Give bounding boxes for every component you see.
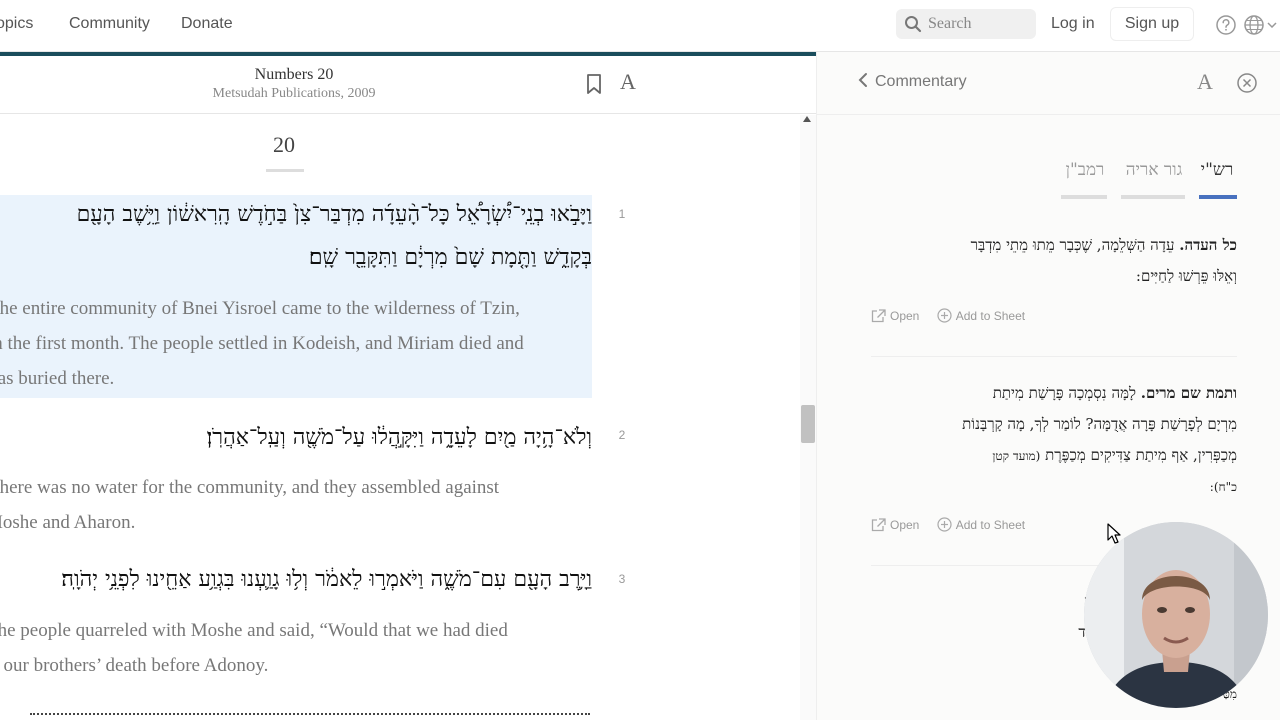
bookmark-icon[interactable] xyxy=(585,73,603,95)
panel-display-options-button[interactable]: A xyxy=(1197,69,1213,95)
search-icon xyxy=(905,16,922,33)
commentary-text[interactable]: ותמת שם מרים. לָמָּה נִסְמְכָה פָּרָשַׁת… xyxy=(873,378,1237,503)
comment-line: לָמָּה נִסְמְכָה פָּרָשַׁת מִיתַת xyxy=(992,384,1136,402)
tab-ramban[interactable]: רמב"ן xyxy=(1060,160,1110,180)
question-circle-icon[interactable] xyxy=(1215,14,1237,36)
top-navigation: Topics Community Donate Log in Sign up xyxy=(0,0,1280,52)
globe-icon[interactable] xyxy=(1243,14,1265,36)
tab-ramban-indicator xyxy=(1061,195,1107,199)
search-box[interactable] xyxy=(896,9,1036,39)
add-to-sheet-label: Add to Sheet xyxy=(955,309,1026,323)
comment-citation: (מועד קטן xyxy=(992,449,1041,463)
comment-divider xyxy=(871,356,1237,357)
external-link-icon xyxy=(871,309,886,323)
next-verse-cutoff xyxy=(30,709,590,720)
verse-number: 3 xyxy=(618,572,626,586)
verse-hebrew-line[interactable]: וַיָּ֥רֶב הָעָ֖ם עִם־מֹשֶׁ֑ה וַיֹּאמְר֣ו… xyxy=(61,566,592,592)
comment-heading: ותמת שם מרים. xyxy=(1140,384,1237,402)
verse-english-line[interactable]: was buried there. xyxy=(0,368,114,390)
webcam-video-overlay[interactable] xyxy=(1084,522,1268,708)
verse-english-line[interactable]: The people quarreled with Moshe and said… xyxy=(0,620,508,642)
verse-number: 2 xyxy=(618,428,626,442)
verse-number: 1 xyxy=(618,207,626,221)
search-input[interactable] xyxy=(928,13,1028,35)
add-to-sheet-button[interactable]: Add to Sheet xyxy=(937,517,1025,532)
plus-circle-icon xyxy=(937,308,952,323)
comment-line: כ"ח): xyxy=(1209,480,1237,494)
chevron-down-icon[interactable] xyxy=(1267,22,1277,28)
chapter-divider xyxy=(266,169,304,172)
commentary-back-button[interactable]: Commentary xyxy=(857,72,967,91)
nav-topics-link[interactable]: Topics xyxy=(0,15,33,33)
tab-gur-aryeh-indicator xyxy=(1121,195,1185,199)
verse-english-line[interactable]: There was no water for the community, an… xyxy=(0,477,499,499)
panel-header-divider xyxy=(817,114,1280,115)
nav-community-link[interactable]: Community xyxy=(69,15,150,33)
plus-circle-icon xyxy=(937,517,952,532)
verse-english-line[interactable]: The entire community of Bnei Yisroel cam… xyxy=(0,298,520,320)
external-link-icon xyxy=(871,518,886,532)
chapter-number: 20 xyxy=(273,132,295,157)
comment-line: וְאֵלּוּ פֵּרְשׁוּ לַחַיִּים: xyxy=(1135,267,1237,285)
verse-english-line[interactable]: in the first month. The people settled i… xyxy=(0,333,524,355)
close-icon[interactable] xyxy=(1236,72,1258,94)
comment-actions: Open Add to Sheet xyxy=(871,517,1039,532)
reader-text-panel: 20 וַיָּבֹ֣אוּ בְנֵֽי־יִ֠שְׂרָאֵ֠ל כָּל־… xyxy=(0,115,800,720)
comment-line: מִרְיָם לְפָרָשַׁת פָּרָה אֲדֻמָּה? לוֹמ… xyxy=(962,415,1237,433)
add-to-sheet-button[interactable]: Add to Sheet xyxy=(937,308,1025,323)
verse-english-line[interactable]: Moshe and Aharon. xyxy=(0,512,135,534)
open-button[interactable]: Open xyxy=(871,518,919,532)
nav-donate-link[interactable]: Donate xyxy=(181,15,233,33)
tab-rashi[interactable]: רש"י xyxy=(1197,160,1237,180)
presenter-video-frame xyxy=(1084,522,1268,708)
verse-english-line[interactable]: in our brothers’ death before Adonoy. xyxy=(0,655,268,677)
reader-header: Numbers 20 Metsudah Publications, 2009 A xyxy=(0,56,816,114)
scroll-up-arrow-icon[interactable] xyxy=(803,116,811,122)
login-link[interactable]: Log in xyxy=(1051,15,1095,33)
comment-line: מְכַפְּרִין, אַף מִיתַת צַדִּיקִים מְכַפ… xyxy=(1045,446,1237,464)
verse-hebrew-line[interactable]: בְּקָדֵ֑שׁ וַתָּ֤מָת שָׁם֙ מִרְיָ֔ם וַתִ… xyxy=(309,244,592,270)
chevron-left-icon xyxy=(858,73,867,87)
signup-button[interactable]: Sign up xyxy=(1110,7,1194,41)
mouse-cursor-icon xyxy=(1107,523,1121,544)
open-label: Open xyxy=(890,518,920,532)
scrollbar-thumb[interactable] xyxy=(801,405,815,443)
text-display-options-button[interactable]: A xyxy=(620,69,636,95)
verse-hebrew-line[interactable]: וְלֹא־הָ֥יָה מַ֖יִם לָעֵדָ֑ה וַיִּקָּ֣הֲ… xyxy=(207,424,592,450)
open-label: Open xyxy=(890,309,920,323)
verse-hebrew-line[interactable]: וַיָּבֹ֣אוּ בְנֵֽי־יִ֠שְׂרָאֵ֠ל כָּל־הָ֨… xyxy=(77,201,592,227)
reference-title[interactable]: Numbers 20 xyxy=(194,66,394,84)
commentary-text[interactable]: כל העדה. עֵדָה הַשְּׁלֵמָה, שֶׁכְּבָר מֵ… xyxy=(873,230,1237,292)
tab-gur-aryeh[interactable]: גור אריה xyxy=(1119,160,1189,180)
version-source[interactable]: Metsudah Publications, 2009 xyxy=(174,86,414,102)
comment-actions: Open Add to Sheet xyxy=(871,308,1039,323)
add-to-sheet-label: Add to Sheet xyxy=(955,518,1026,532)
tab-rashi-indicator xyxy=(1199,195,1237,199)
open-button[interactable]: Open xyxy=(871,309,919,323)
comment-heading: כל העדה. xyxy=(1179,236,1237,254)
comment-line: עֵדָה הַשְּׁלֵמָה, שֶׁכְּבָר מֵתוּ מֵתֵי… xyxy=(970,236,1175,254)
commentary-back-label: Commentary xyxy=(875,73,967,90)
